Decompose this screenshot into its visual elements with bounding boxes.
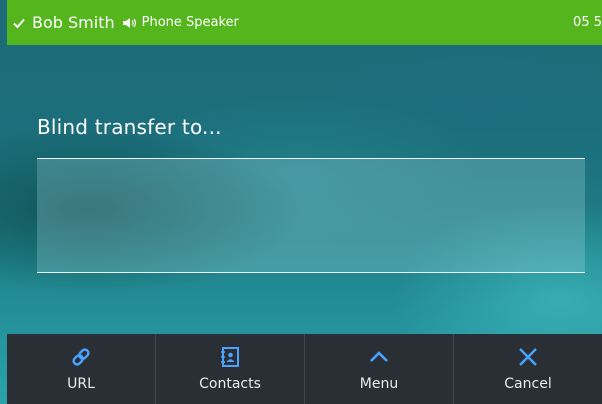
close-icon	[517, 346, 539, 368]
contacts-book-icon	[219, 346, 241, 368]
check-icon	[13, 18, 25, 28]
softkey-bar: URL Contacts Menu Cancel	[7, 334, 602, 404]
caller-name: Bob Smith	[32, 13, 115, 32]
chevron-up-icon	[368, 346, 390, 368]
menu-label: Menu	[359, 376, 399, 392]
page-title: Blind transfer to...	[37, 115, 222, 139]
link-icon	[70, 346, 92, 368]
speaker-icon	[122, 17, 136, 28]
clock-time: 05 5	[573, 15, 602, 30]
cancel-softkey[interactable]: Cancel	[453, 334, 602, 404]
phone-screen: Bob Smith Phone Speaker 05 5 Blind trans…	[0, 0, 602, 404]
status-bar: Bob Smith Phone Speaker 05 5	[7, 0, 602, 45]
menu-softkey[interactable]: Menu	[304, 334, 453, 404]
transfer-number-input[interactable]	[37, 158, 585, 273]
url-label: URL	[67, 376, 95, 392]
url-softkey[interactable]: URL	[7, 334, 155, 404]
cancel-label: Cancel	[504, 376, 552, 392]
contacts-label: Contacts	[199, 376, 261, 392]
contacts-softkey[interactable]: Contacts	[155, 334, 304, 404]
audio-mode: Phone Speaker	[141, 15, 239, 30]
